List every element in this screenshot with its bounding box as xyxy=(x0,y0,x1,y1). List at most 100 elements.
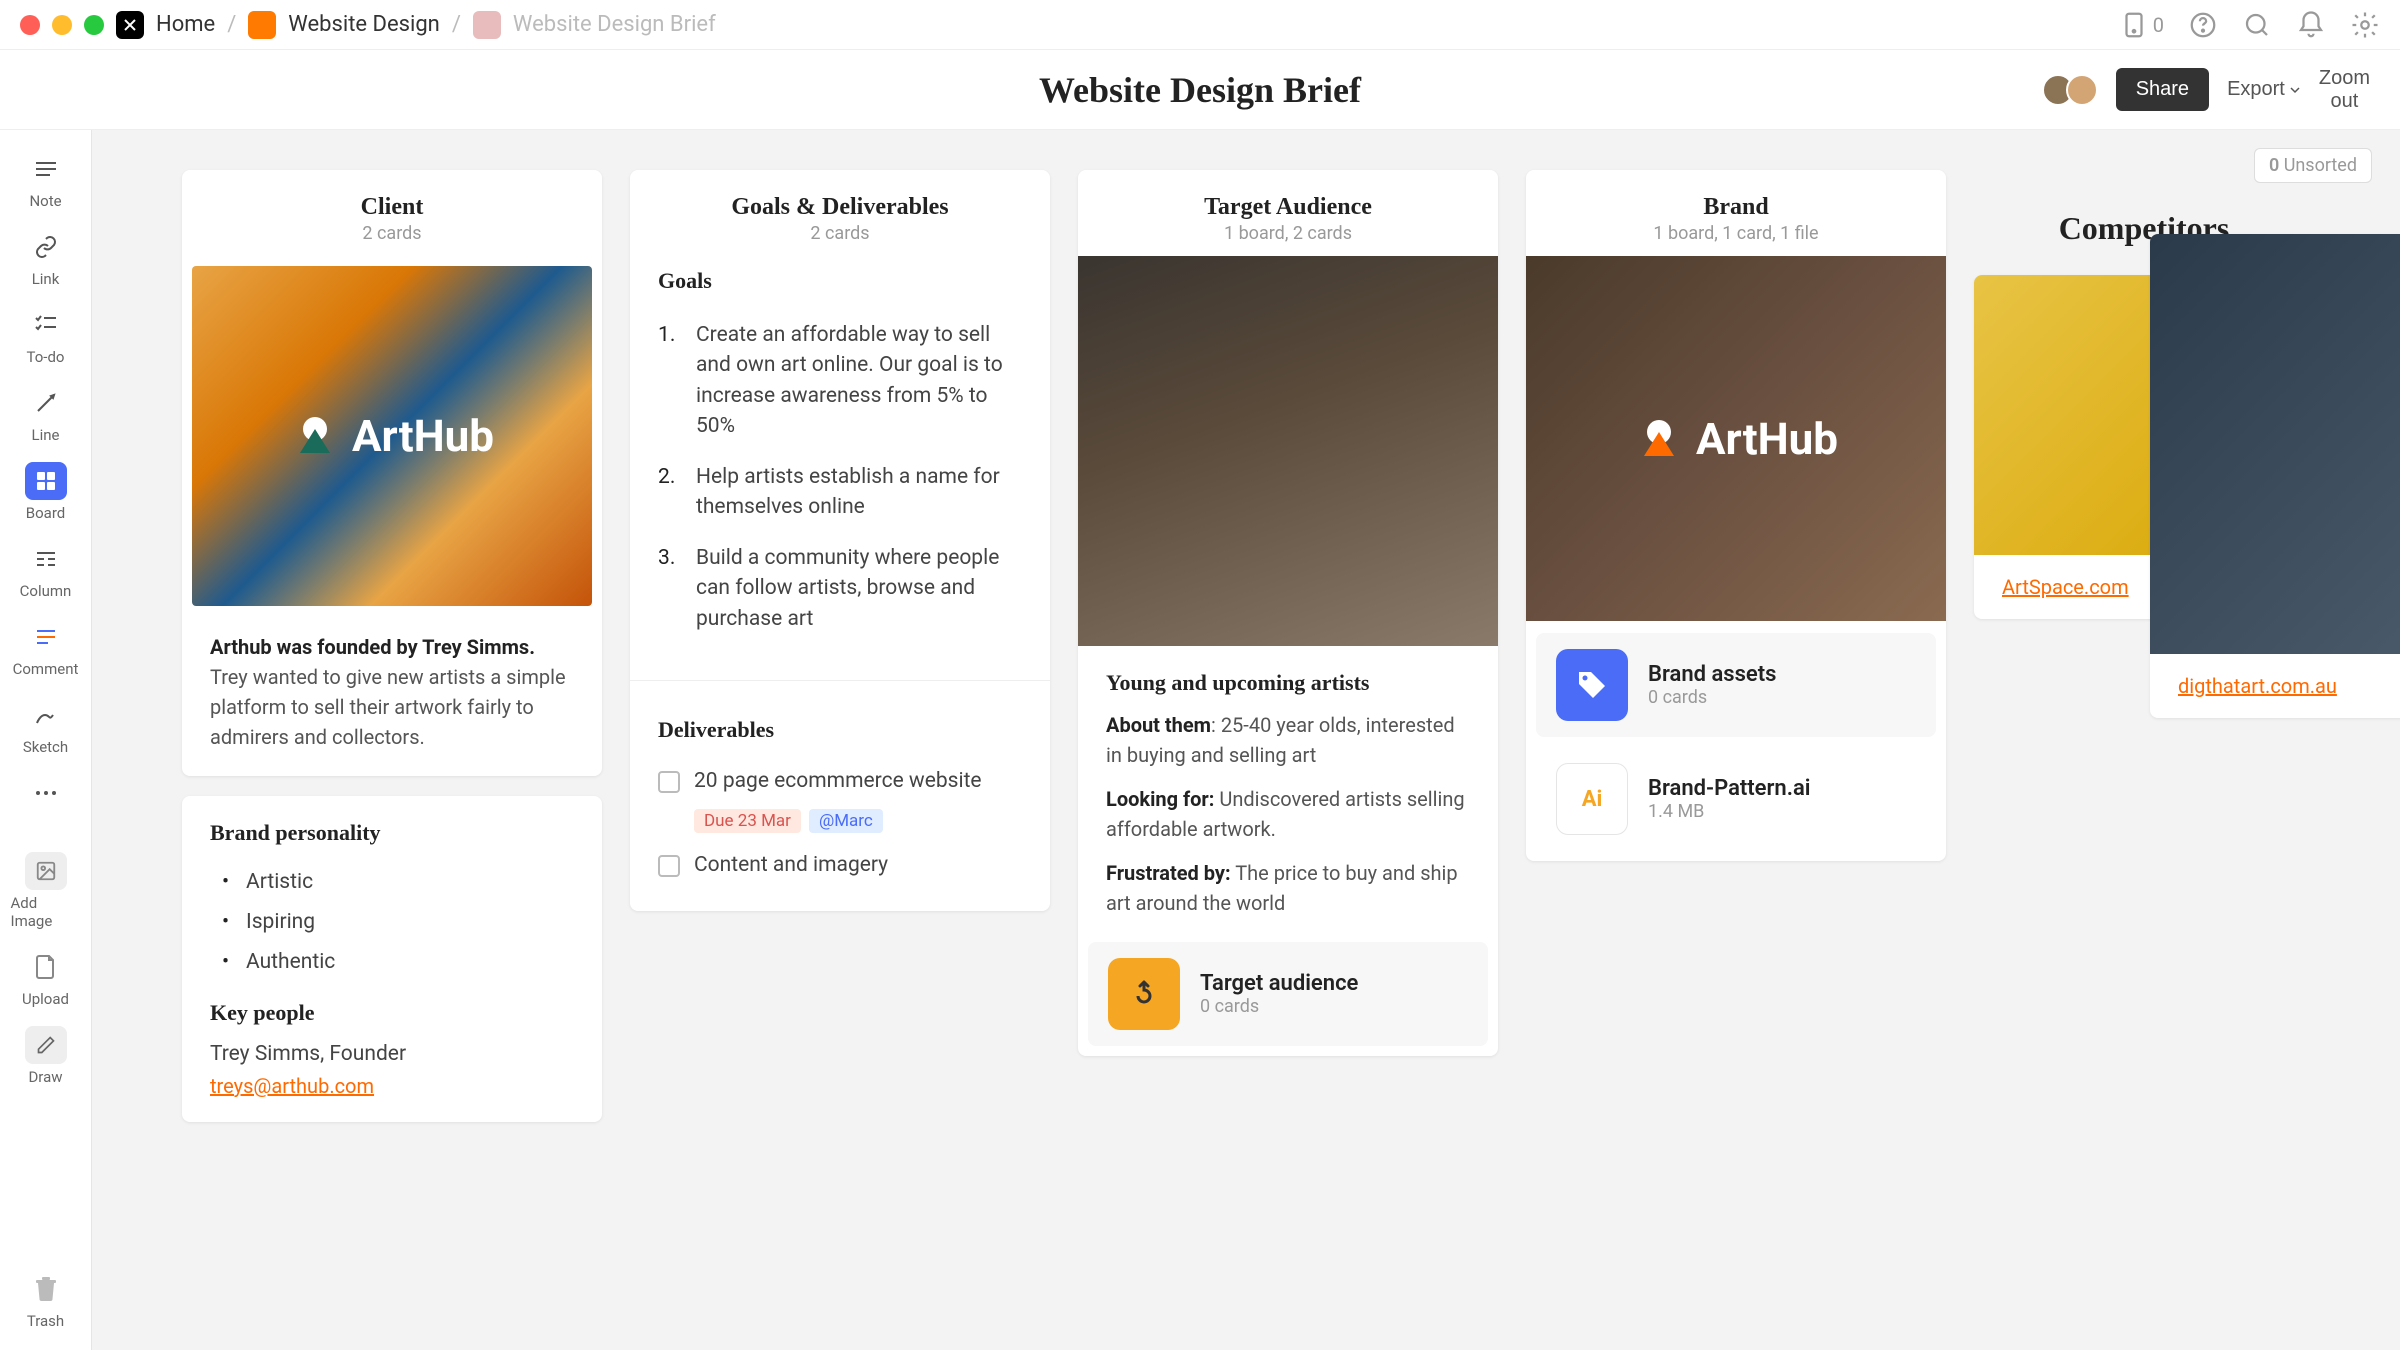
competitor-link[interactable]: digthatart.com.au xyxy=(2178,674,2337,698)
sidebar-tool-comment[interactable]: Comment xyxy=(11,612,81,684)
search-icon[interactable] xyxy=(2242,10,2272,40)
column-audience[interactable]: Target Audience 1 board, 2 cards Young a… xyxy=(1078,170,1498,1310)
sidebar-tool-upload[interactable]: Upload xyxy=(11,942,81,1014)
breadcrumb: Home / Website Design / Website Design B… xyxy=(116,11,716,39)
sidebar-tool-draw[interactable]: Draw xyxy=(11,1020,81,1092)
deliverable-item[interactable]: 20 page ecommmerce website xyxy=(658,759,1022,803)
maximize-window-button[interactable] xyxy=(84,15,104,35)
goals-card[interactable]: Goals Create an affordable way to sell a… xyxy=(630,256,1050,668)
list-item: Build a community where people can follo… xyxy=(658,533,1022,644)
home-icon[interactable] xyxy=(116,11,144,39)
avatar[interactable] xyxy=(2066,74,2098,106)
section-title: Deliverables xyxy=(658,717,1022,743)
breadcrumb-parent[interactable]: Website Design xyxy=(288,12,440,37)
sidebar-tool-link[interactable]: Link xyxy=(11,222,81,294)
close-window-button[interactable] xyxy=(20,15,40,35)
client-logo-image[interactable]: ArtHub xyxy=(192,266,592,606)
zoom-out-button[interactable]: Zoom out xyxy=(2319,67,2370,113)
list-item: Artistic xyxy=(218,862,574,902)
column-title[interactable]: Client xyxy=(182,194,602,221)
sidebar-tool-more[interactable] xyxy=(11,768,81,818)
breadcrumb-home[interactable]: Home xyxy=(156,12,215,37)
column-client[interactable]: Client 2 cards ArtHub Arthub was founded… xyxy=(182,170,602,1310)
deliverables-card[interactable]: Deliverables 20 page ecommmerce website … xyxy=(630,693,1050,911)
email-link[interactable]: treys@arthub.com xyxy=(210,1074,374,1098)
column-brand[interactable]: Brand 1 board, 1 card, 1 file ArtHub Bra… xyxy=(1526,170,1946,1310)
comment-icon xyxy=(25,618,67,656)
sidebar-tool-todo[interactable]: To-do xyxy=(11,300,81,372)
sidebar-item-label: To-do xyxy=(27,348,65,366)
sidebar-trash[interactable]: Trash xyxy=(11,1264,81,1336)
arthub-logo: ArtHub xyxy=(290,410,494,462)
board-canvas[interactable]: 0 Unsorted Client 2 cards ArtHub Arthub … xyxy=(92,130,2400,1350)
sidebar-item-label: Line xyxy=(32,426,60,444)
column-subtitle: 2 cards xyxy=(182,223,602,244)
audience-image[interactable] xyxy=(1078,256,1498,646)
file-size: 1.4 MB xyxy=(1648,801,1811,822)
linked-board-card[interactable]: Target audience 0 cards xyxy=(1088,942,1488,1046)
column-title[interactable]: Goals & Deliverables xyxy=(630,194,1050,221)
tag-icon xyxy=(1556,649,1628,721)
inbox-icon xyxy=(2119,10,2149,40)
page-title[interactable]: Website Design Brief xyxy=(330,69,2070,111)
checkbox[interactable] xyxy=(658,771,680,793)
column-icon xyxy=(25,540,67,578)
sidebar-tool-note[interactable]: Note xyxy=(11,144,81,216)
persona-label: About them xyxy=(1106,713,1211,737)
client-description[interactable]: Arthub was founded by Trey Simms. Trey w… xyxy=(182,616,602,776)
sidebar-item-label: Sketch xyxy=(23,738,68,756)
ai-file-icon: Ai xyxy=(1556,763,1628,835)
checkbox[interactable] xyxy=(658,855,680,877)
linked-title: Brand assets xyxy=(1648,662,1776,687)
column-subtitle: 1 board, 2 cards xyxy=(1078,223,1498,244)
section-title: Key people xyxy=(210,1000,574,1026)
help-icon[interactable] xyxy=(2188,10,2218,40)
file-card[interactable]: Ai Brand-Pattern.ai 1.4 MB xyxy=(1536,747,1936,851)
column-competitors[interactable]: Competitors ArtSpace.com digthatart.com.… xyxy=(1974,170,2314,1310)
sketch-icon xyxy=(25,696,67,734)
sidebar-tool-sketch[interactable]: Sketch xyxy=(11,690,81,762)
titlebar-actions: 0 xyxy=(2119,10,2380,40)
persona-label: Frustrated by: xyxy=(1106,861,1231,885)
inbox-count: 0 xyxy=(2153,13,2164,37)
due-date-tag[interactable]: Due 23 Mar xyxy=(694,809,801,833)
deliverable-item[interactable]: Content and imagery xyxy=(658,843,1022,887)
folder-icon[interactable] xyxy=(248,11,276,39)
bell-icon[interactable] xyxy=(2296,10,2326,40)
persona-label: Looking for: xyxy=(1106,787,1214,811)
persona-title: Young and upcoming artists xyxy=(1106,670,1470,696)
mention-tag[interactable]: @Marc xyxy=(809,809,883,833)
inbox-button[interactable]: 0 xyxy=(2119,10,2164,40)
breadcrumb-separator: / xyxy=(452,12,461,37)
export-button[interactable]: Export xyxy=(2227,78,2301,101)
competitor-link[interactable]: ArtSpace.com xyxy=(2002,575,2129,599)
brand-image[interactable]: ArtHub xyxy=(1526,256,1946,621)
linked-subtitle: 0 cards xyxy=(1200,996,1358,1017)
sidebar-item-label: Column xyxy=(20,582,72,600)
sidebar-tool-line[interactable]: Line xyxy=(11,378,81,450)
gear-icon[interactable] xyxy=(2350,10,2380,40)
column-title[interactable]: Target Audience xyxy=(1078,194,1498,221)
sidebar-tool-add-image[interactable]: Add Image xyxy=(11,846,81,936)
brand-personality-card[interactable]: Brand personality Artistic Ispiring Auth… xyxy=(182,796,602,1122)
linked-board-card[interactable]: Brand assets 0 cards xyxy=(1536,633,1936,737)
file-name: Brand-Pattern.ai xyxy=(1648,776,1811,801)
arthub-logo: ArtHub xyxy=(1634,413,1838,465)
collaborator-avatars[interactable] xyxy=(2042,74,2098,106)
list-item: Authentic xyxy=(218,942,574,982)
arthub-wordmark: ArtHub xyxy=(352,410,494,462)
sidebar-tool-column[interactable]: Column xyxy=(11,534,81,606)
linked-title: Target audience xyxy=(1200,971,1358,996)
column-goals[interactable]: Goals & Deliverables 2 cards Goals Creat… xyxy=(630,170,1050,1310)
board-icon xyxy=(25,462,67,500)
minimize-window-button[interactable] xyxy=(52,15,72,35)
persona-card[interactable]: Young and upcoming artists About them: 2… xyxy=(1078,646,1498,942)
tool-sidebar: Note Link To-do Line Board Column Commen… xyxy=(0,130,92,1350)
column-subtitle: 2 cards xyxy=(630,223,1050,244)
competitor-card[interactable]: digthatart.com.au xyxy=(2150,234,2400,718)
arthub-wordmark: ArtHub xyxy=(1696,413,1838,465)
share-button[interactable]: Share xyxy=(2116,68,2209,111)
column-title[interactable]: Brand xyxy=(1526,194,1946,221)
sidebar-tool-board[interactable]: Board xyxy=(11,456,81,528)
file-type-label: Ai xyxy=(1582,787,1603,812)
